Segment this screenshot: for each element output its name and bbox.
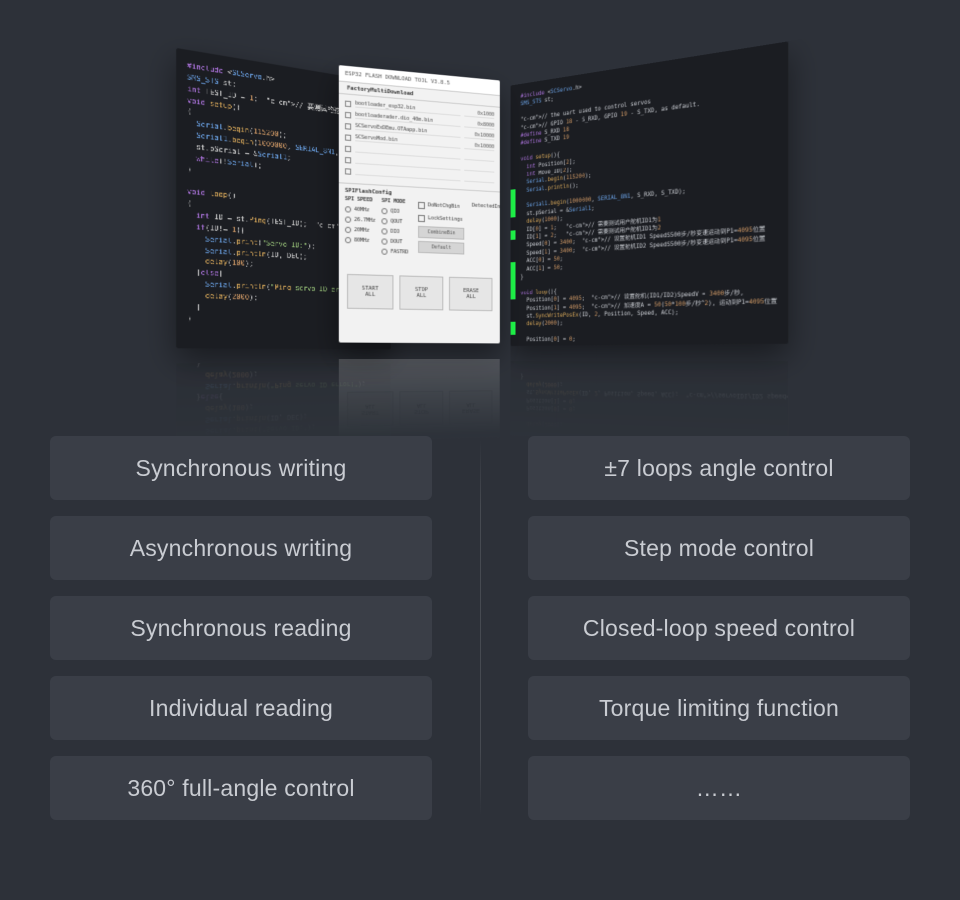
feature-pill: Closed-loop speed control xyxy=(528,596,910,660)
file-addr: 0x10000 xyxy=(464,142,494,151)
erase-all-button[interactable]: ERASEALL xyxy=(449,277,492,311)
feature-pill: …… xyxy=(528,756,910,820)
feature-pill: Asynchronous writing xyxy=(50,516,432,580)
reflection: delay(2000); Position[0] = 0; Position[1… xyxy=(510,361,788,448)
file-checkbox[interactable] xyxy=(345,123,351,130)
right-code-content: #include <SCServo.h> SMS_STS st; "c-cm">… xyxy=(510,41,788,346)
hero-windows: #include <SCServo.h> SMS_STS st; int TES… xyxy=(0,45,960,405)
default-button[interactable]: Default xyxy=(418,241,464,255)
spi-speed-label: SPI SPEED xyxy=(345,196,376,204)
feature-grid: Synchronous writing Asynchronous writing S… xyxy=(0,436,960,820)
file-list: bootloader_esp32.bin 0x1000 bootloaderad… xyxy=(339,94,500,192)
stop-all-button[interactable]: STOPALL xyxy=(399,275,444,310)
locksettings-check[interactable]: LockSettings xyxy=(428,215,463,223)
change-marker xyxy=(510,262,515,300)
reflection: STARTALLSTOPALLERASEALL xyxy=(339,359,500,441)
combinebin-button[interactable]: CombineBin xyxy=(418,226,464,240)
feature-pill: Individual reading xyxy=(50,676,432,740)
code-window-right: #include <SCServo.h> SMS_STS st; "c-cm">… xyxy=(510,41,788,346)
spi-speed-option[interactable]: 80MHz xyxy=(345,235,376,246)
feature-pill: Synchronous reading xyxy=(50,596,432,660)
feature-pill: Synchronous writing xyxy=(50,436,432,500)
file-addr: 0x8000 xyxy=(464,120,494,129)
feature-pill: Torque limiting function xyxy=(528,676,910,740)
change-marker xyxy=(510,322,515,335)
file-checkbox[interactable] xyxy=(345,134,351,141)
detected-info-label: DetectedInfo xyxy=(472,203,500,211)
file-checkbox[interactable] xyxy=(345,100,351,107)
feature-pill: Step mode control xyxy=(528,516,910,580)
donotchg-check[interactable]: DoNotChgBin xyxy=(428,202,460,210)
feature-pill: 360° full-angle control xyxy=(50,756,432,820)
run-buttons-row: STARTALLSTOPALLERASEALL xyxy=(339,265,500,319)
spi-mode-label: SPI MODE xyxy=(382,198,409,205)
change-marker xyxy=(510,230,515,240)
file-addr: 0x1000 xyxy=(464,110,494,119)
start-all-button[interactable]: STARTALL xyxy=(347,274,393,310)
flash-tool-window: ESP32 FLASH DOWNLOAD TOOL V3.8.5 Factory… xyxy=(339,65,500,343)
change-gutter xyxy=(510,85,515,346)
spi-mode-option[interactable]: FASTRD xyxy=(382,247,409,258)
change-marker xyxy=(510,189,515,217)
file-addr: 0x10000 xyxy=(464,131,494,140)
feature-pill: ±7 loops angle control xyxy=(528,436,910,500)
file-checkbox[interactable] xyxy=(345,111,351,118)
